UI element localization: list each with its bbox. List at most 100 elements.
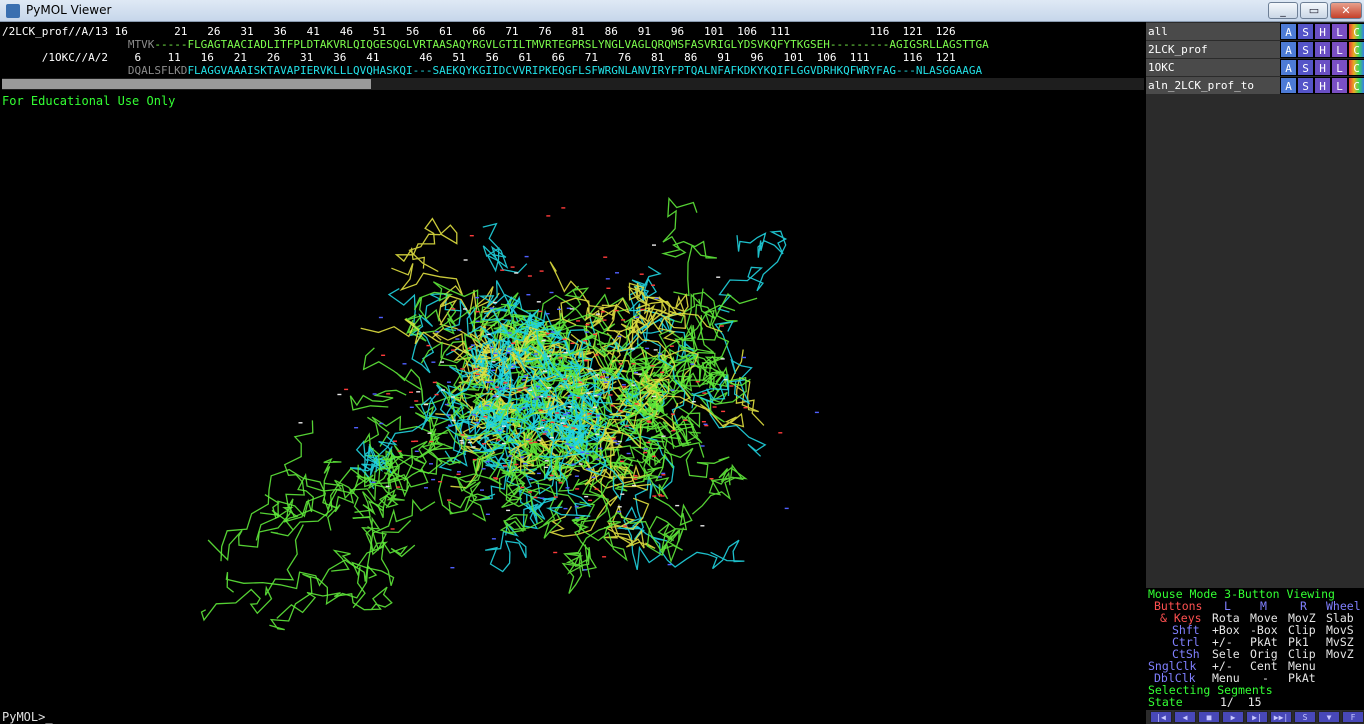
label-button[interactable]: L [1331,41,1348,58]
atom-marker [585,452,590,455]
atom-marker [608,394,613,396]
back-icon[interactable]: ◀ [1174,711,1196,723]
atom-marker [701,421,706,423]
show-button[interactable]: S [1297,59,1314,76]
action-button[interactable]: A [1280,77,1297,94]
command-line[interactable]: PyMOL>_ [0,710,1146,724]
atom-marker [605,278,610,280]
atom-marker [653,349,658,351]
show-button[interactable]: S [1297,23,1314,40]
object-name[interactable]: aln_2LCK_prof_to [1146,77,1280,94]
hide-button[interactable]: H [1314,59,1331,76]
atom-marker [372,393,377,395]
stop-icon[interactable]: ■ [1198,711,1220,723]
chain-segment [495,467,544,535]
atom-marker [661,472,666,475]
atom-marker [660,371,665,374]
atom-marker [528,389,533,391]
seq-row-2lck-residues[interactable]: MTVK-----FLGAGTAACIADLITFPLDTAKVRLQIQGES… [2,38,989,51]
chain-segment [349,389,407,411]
atom-marker [424,403,428,406]
sequence-scrollbar[interactable] [2,78,1144,90]
fast-forward-icon[interactable]: ▶▶| [1270,711,1292,723]
atom-marker [690,363,695,365]
close-button[interactable]: ✕ [1330,2,1362,19]
chain-segment [276,586,393,619]
atom-marker [660,495,665,497]
molecular-viewport[interactable]: For Educational Use Only [0,94,1146,710]
protein-structure-render[interactable] [0,94,1146,710]
show-button[interactable]: S [1297,77,1314,94]
object-row-alignment[interactable]: aln_2LCK_prof_to A S H L C [1146,77,1364,94]
atom-marker [553,496,558,498]
label-button[interactable]: L [1331,23,1348,40]
minimize-button[interactable]: _ [1268,2,1298,19]
object-row-1okc[interactable]: 1OKC A S H L C [1146,59,1364,76]
seq-2lck-sequence[interactable]: -----FLGAGTAACIADLITFPLDTAKVRLQIQGESQGLV… [154,38,988,51]
rewind-icon[interactable]: |◀ [1150,711,1172,723]
chain-segment [413,281,484,325]
atom-marker [621,319,626,321]
atom-marker [459,440,464,442]
atom-marker [631,384,636,386]
sequence-scrollbar-thumb[interactable] [2,79,371,89]
hide-button[interactable]: H [1314,77,1331,94]
mouse-mode-panel[interactable]: Mouse Mode 3-Button Viewing Buttons L M R Wh… [1146,588,1364,710]
seq-row-1okc-residues[interactable]: DQALSFLKDFLAGGVAAAISKTAVAPIERVKLLLQVQHAS… [2,64,982,77]
atom-marker [592,333,597,335]
atom-marker [571,427,576,429]
action-button[interactable]: A [1280,23,1297,40]
atom-marker [480,489,484,491]
atom-marker [540,426,545,429]
atom-marker [483,416,488,418]
object-name[interactable]: 2LCK_prof [1146,41,1280,58]
atom-marker [475,373,480,376]
atom-marker [460,442,465,444]
action-button[interactable]: A [1280,59,1297,76]
maximize-button[interactable]: ▭ [1300,2,1328,19]
atom-marker [569,308,574,310]
atom-marker [610,405,615,407]
show-button[interactable]: S [1297,41,1314,58]
seq-1okc-sequence[interactable]: FLAGGVAAAISKTAVAPIERVKLLLQVQHASKQI---SAE… [187,64,982,77]
color-button[interactable]: C [1348,59,1364,76]
hide-button[interactable]: H [1314,41,1331,58]
forward-icon[interactable]: ▶| [1246,711,1268,723]
atom-marker [661,474,666,476]
chain-segment [661,196,718,297]
seq-row-1okc-numbers: /1OKC//A/2 6 11 16 21 26 31 36 41 46 51 … [2,51,956,64]
atom-marker [523,375,528,377]
atom-marker [695,381,700,383]
atom-marker [702,392,707,394]
atom-marker [647,421,652,423]
atom-marker [586,392,591,394]
color-button[interactable]: C [1348,41,1364,58]
atom-marker [580,451,585,453]
object-name[interactable]: 1OKC [1146,59,1280,76]
object-name[interactable]: all [1146,23,1280,40]
label-button[interactable]: L [1331,77,1348,94]
atom-marker [569,446,574,448]
atom-marker [624,425,629,427]
play-icon[interactable]: ▶ [1222,711,1244,723]
dropdown-icon[interactable]: ▼ [1318,711,1340,723]
atom-marker [528,491,532,493]
fullscreen-button[interactable]: F [1342,711,1364,723]
object-row-all[interactable]: all A S H L C [1146,23,1364,40]
atom-marker [416,391,421,393]
color-button[interactable]: C [1348,23,1364,40]
object-row-2lck-prof[interactable]: 2LCK_prof A S H L C [1146,41,1364,58]
color-button[interactable]: C [1348,77,1364,94]
hide-button[interactable]: H [1314,23,1331,40]
atom-marker [457,329,462,331]
sequence-viewer[interactable]: /2LCK_prof//A/13 16 21 26 31 36 41 46 51… [0,22,1146,94]
atom-marker [378,316,383,319]
atom-marker [549,474,554,477]
label-button[interactable]: L [1331,59,1348,76]
action-button[interactable]: A [1280,41,1297,58]
atom-marker [489,346,494,349]
atom-marker [721,410,726,413]
atom-marker [691,401,696,403]
atom-marker [619,460,624,463]
sequence-toggle-button[interactable]: S [1294,711,1316,723]
